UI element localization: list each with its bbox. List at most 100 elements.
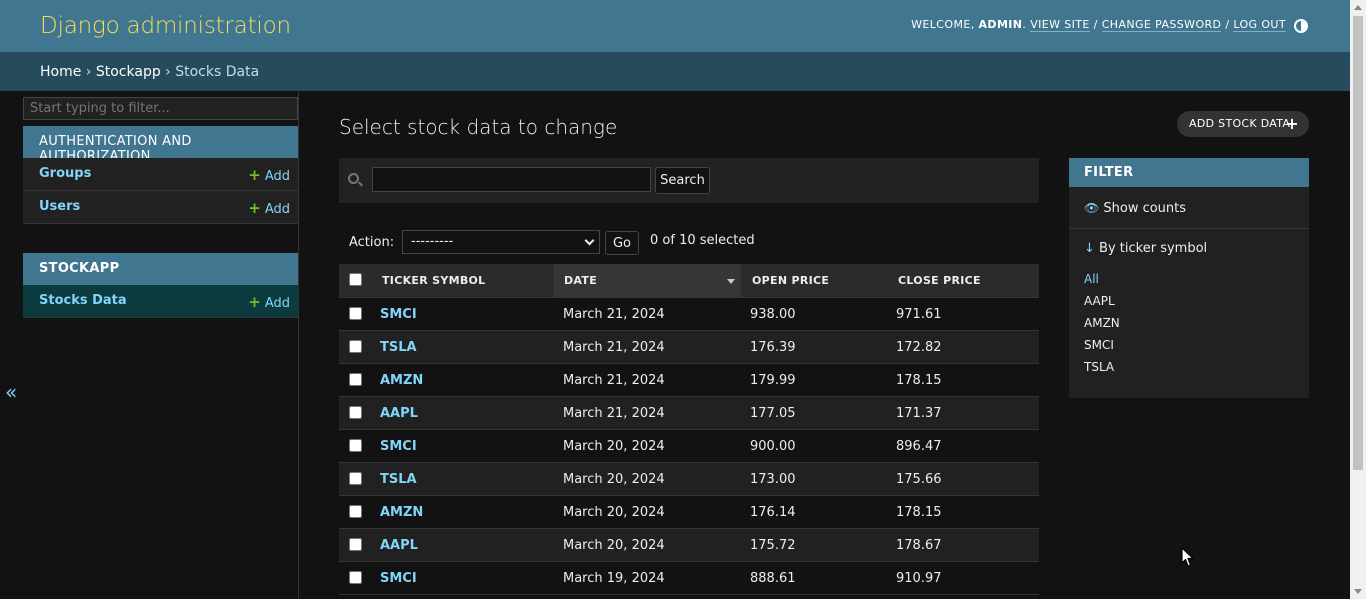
open-price-cell: 938.00 [750,307,796,322]
toggle-nav-sidebar-button[interactable]: « [5,380,17,404]
ticker-symbol-link[interactable]: AMZN [380,373,423,388]
action-label: Action: [349,235,395,250]
add-plus-icon: + [248,166,261,184]
open-price-cell: 177.05 [750,406,796,421]
select-all-checkbox[interactable] [349,273,362,286]
column-header-ticker-symbol[interactable]: TICKER SYMBOL [382,264,486,297]
scroll-up-arrow-icon[interactable] [1354,5,1362,10]
breadcrumb-current: Stocks Data [175,64,260,80]
theme-toggle-icon[interactable] [1294,19,1308,33]
stocks-data-link[interactable]: Stocks Data [39,293,127,308]
date-cell: March 21, 2024 [563,340,665,355]
table-row: TSLA March 20, 2024 173.00 175.66 [339,463,1039,496]
search-icon [348,173,359,184]
filter-heading-ticker[interactable]: ↓ By ticker symbol [1084,241,1207,256]
column-header-date[interactable]: DATE [554,264,741,297]
filter-title: FILTER [1069,158,1309,187]
ticker-symbol-link[interactable]: AAPL [380,406,418,421]
row-checkbox[interactable] [349,373,362,386]
filter-choice-all[interactable]: All [1084,272,1099,286]
ticker-symbol-link[interactable]: TSLA [380,472,417,487]
groups-link[interactable]: Groups [39,166,91,181]
selected-counter: 0 of 10 selected [650,233,755,248]
add-stock-data-button[interactable]: ADD STOCK DATA + [1177,111,1309,137]
close-price-cell: 171.37 [896,406,942,421]
row-checkbox[interactable] [349,505,362,518]
ticker-symbol-link[interactable]: SMCI [380,439,417,454]
ticker-symbol-link[interactable]: AMZN [380,505,423,520]
change-password-link[interactable]: CHANGE PASSWORD [1101,18,1222,32]
app-caption-auth[interactable]: AUTHENTICATION AND AUTHORIZATION [23,126,298,164]
mouse-cursor-icon [1181,547,1194,567]
go-button[interactable]: Go [605,231,639,255]
site-header: Django administration WELCOME, ADMIN. VI… [0,0,1350,52]
table-row: AMZN March 21, 2024 179.99 178.15 [339,364,1039,397]
table-header: TICKER SYMBOL DATE OPEN PRICE CLOSE PRIC… [339,264,1039,298]
table-row: SMCI March 19, 2024 888.61 910.97 [339,562,1039,595]
row-checkbox[interactable] [349,439,362,452]
view-site-link[interactable]: VIEW SITE [1030,18,1090,32]
close-price-cell: 971.61 [896,307,942,322]
users-link[interactable]: Users [39,199,80,214]
table-row: SMCI March 20, 2024 900.00 896.47 [339,430,1039,463]
row-checkbox[interactable] [349,406,362,419]
close-price-cell: 178.67 [896,538,942,553]
username: ADMIN [978,18,1023,31]
breadcrumb-app[interactable]: Stockapp [96,64,161,80]
app-caption-stockapp[interactable]: STOCKAPP [23,253,298,285]
filter-choice-smci[interactable]: SMCI [1084,338,1114,352]
table-row: TSLA March 21, 2024 176.39 172.82 [339,331,1039,364]
date-cell: March 20, 2024 [563,472,665,487]
scrollbar-thumb[interactable] [1353,16,1363,470]
search-input[interactable] [372,167,651,192]
breadcrumb-separator: › [85,64,92,80]
open-price-cell: 888.61 [750,571,796,586]
breadcrumb-home[interactable]: Home [40,64,81,80]
date-cell: March 21, 2024 [563,373,665,388]
table-row: AMZN March 20, 2024 176.14 178.15 [339,496,1039,529]
row-checkbox[interactable] [349,538,362,551]
filter-choice-tsla[interactable]: TSLA [1084,360,1114,374]
breadcrumb-separator: › [165,64,171,80]
action-selected-value: --------- [411,234,454,249]
add-label: Add [264,202,290,217]
open-price-cell: 900.00 [750,439,796,454]
stocks-data-add-button[interactable]: + Add [248,293,290,311]
filter-choice-aapl[interactable]: AAPL [1084,294,1115,308]
search-toolbar: Search [339,158,1039,203]
row-checkbox[interactable] [349,307,362,320]
open-price-cell: 176.14 [750,505,796,520]
close-price-cell: 172.82 [896,340,942,355]
column-header-open-price[interactable]: OPEN PRICE [752,264,829,297]
users-add-button[interactable]: + Add [248,199,290,217]
table-row: AAPL March 21, 2024 177.05 171.37 [339,397,1039,430]
ticker-symbol-link[interactable]: SMCI [380,571,417,586]
site-name[interactable]: Django administration [40,13,291,39]
open-price-cell: 179.99 [750,373,796,388]
date-cell: March 21, 2024 [563,406,665,421]
action-select[interactable]: --------- [402,230,600,254]
groups-add-button[interactable]: + Add [248,166,290,184]
log-out-link[interactable]: LOG OUT [1233,18,1286,32]
search-button[interactable]: Search [655,167,710,194]
ticker-symbol-link[interactable]: TSLA [380,340,417,355]
column-header-close-price[interactable]: CLOSE PRICE [898,264,981,297]
scroll-down-arrow-icon[interactable] [1354,589,1362,594]
ticker-symbol-link[interactable]: SMCI [380,307,417,322]
open-price-cell: 176.39 [750,340,796,355]
nav-filter-input[interactable] [23,97,298,120]
row-checkbox[interactable] [349,340,362,353]
date-cell: March 20, 2024 [563,538,665,553]
show-counts-link[interactable]: 👁 Show counts [1084,201,1186,216]
ticker-symbol-link[interactable]: AAPL [380,538,418,553]
sort-descending-icon[interactable] [727,279,735,284]
filter-choice-amzn[interactable]: AMZN [1084,316,1120,330]
table-row: AAPL March 20, 2024 175.72 178.67 [339,529,1039,562]
table-row: SMCI March 21, 2024 938.00 971.61 [339,298,1039,331]
add-label: Add [264,169,290,184]
date-cell: March 19, 2024 [563,571,665,586]
actions-bar: Action: --------- Go 0 of 10 selected [339,228,1039,258]
row-checkbox[interactable] [349,571,362,584]
row-checkbox[interactable] [349,472,362,485]
page-scrollbar[interactable] [1350,0,1366,599]
